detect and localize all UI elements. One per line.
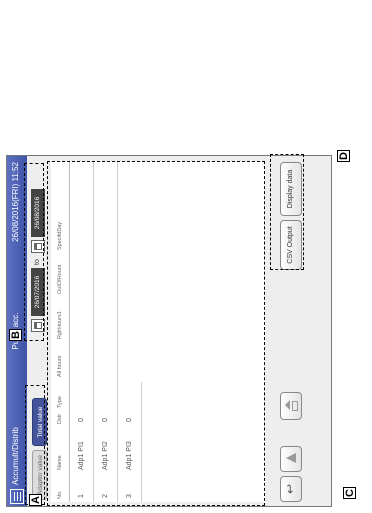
home-icon[interactable]: [280, 446, 302, 472]
navigation-icon[interactable]: [280, 392, 302, 420]
callout-label-d: D: [337, 150, 350, 162]
callout-frame-a: [25, 385, 45, 505]
callout-label-b: B: [9, 329, 22, 341]
datetime-display: 26/08/2016(FRI) 11:52: [11, 162, 20, 242]
back-icon[interactable]: ↩: [280, 476, 302, 502]
rotated-screenshot: Accumult/Distrib Pulse acc. 26/08/2016(F…: [0, 0, 372, 513]
callout-label-c: C: [343, 487, 356, 499]
callout-frame-b: [24, 163, 44, 341]
callout-frame-d: [270, 154, 304, 270]
callout-frame-c: [47, 161, 265, 506]
callout-label-a: A: [29, 494, 42, 506]
